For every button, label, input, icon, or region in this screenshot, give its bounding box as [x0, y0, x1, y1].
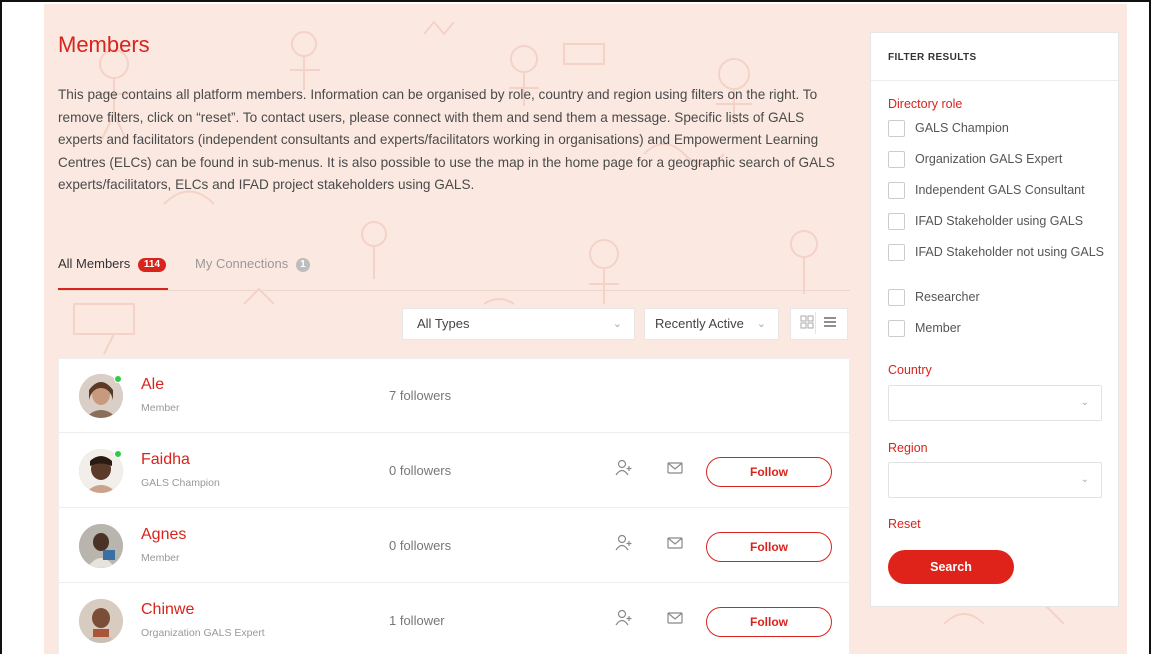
region-label: Region: [888, 441, 928, 455]
message-icon[interactable]: [665, 458, 687, 480]
page-intro: This page contains all platform members.…: [58, 87, 835, 192]
members-page: Members This page contains all platform …: [44, 4, 1127, 654]
chevron-down-icon: ⌄: [756, 318, 766, 330]
search-button[interactable]: Search: [888, 550, 1014, 584]
view-toggle-divider: [815, 312, 816, 334]
member-row: Ale Member 7 followers: [59, 359, 849, 433]
member-order-select[interactable]: Recently Active ⌄: [644, 308, 779, 340]
member-role: GALS Champion: [141, 477, 220, 489]
message-icon[interactable]: [665, 533, 687, 555]
member-name[interactable]: Faidha: [141, 451, 190, 469]
checkbox-label: Independent GALS Consultant: [915, 183, 1085, 197]
checkbox-label: IFAD Stakeholder not using GALS: [915, 245, 1104, 259]
avatar[interactable]: [79, 524, 123, 568]
member-name[interactable]: Chinwe: [141, 601, 194, 619]
member-role: Organization GALS Expert: [141, 627, 265, 639]
member-name[interactable]: Ale: [141, 376, 164, 394]
add-connection-icon[interactable]: [614, 533, 636, 555]
member-type-select[interactable]: All Types ⌄: [402, 308, 635, 340]
checkbox-label: Organization GALS Expert: [915, 152, 1063, 166]
tab-my-connections-label: My Connections: [195, 256, 289, 271]
browser-frame: Members This page contains all platform …: [0, 0, 1151, 654]
checkbox-label: Researcher: [915, 290, 980, 304]
follow-button[interactable]: Follow: [706, 607, 832, 637]
reset-link[interactable]: Reset: [888, 517, 921, 531]
tab-my-connections[interactable]: My Connections 1: [195, 256, 310, 272]
follow-button[interactable]: Follow: [706, 532, 832, 562]
chevron-down-icon: ⌄: [612, 318, 622, 330]
checkbox-label: Member: [915, 321, 961, 335]
add-connection-icon[interactable]: [614, 458, 636, 480]
filter-title: FILTER RESULTS: [888, 52, 977, 63]
members-list: Ale Member 7 followers Faidha GALS Champ…: [58, 358, 850, 654]
filter-divider: [871, 80, 1118, 81]
directory-role-label: Directory role: [888, 97, 963, 111]
tab-all-members[interactable]: All Members 114: [58, 256, 167, 272]
checkbox-label: IFAD Stakeholder using GALS: [915, 214, 1084, 228]
checkbox[interactable]: [888, 289, 905, 306]
member-followers: 1 follower: [389, 613, 445, 628]
member-role: Member: [141, 402, 180, 414]
filter-sidebar: FILTER RESULTS Directory role GALS Champ…: [870, 32, 1119, 607]
checkbox[interactable]: [888, 120, 905, 137]
checkbox[interactable]: [888, 320, 905, 337]
member-type-value: All Types: [417, 316, 470, 331]
member-order-value: Recently Active: [655, 316, 744, 331]
checkbox[interactable]: [888, 151, 905, 168]
grid-view-icon[interactable]: [800, 315, 814, 332]
member-row: Faidha GALS Champion 0 followers Follow: [59, 434, 849, 508]
checkbox[interactable]: [888, 213, 905, 230]
tabs-divider: [58, 290, 850, 291]
view-toggle: [790, 308, 848, 340]
country-label: Country: [888, 363, 932, 377]
chevron-down-icon: ⌄: [1080, 397, 1089, 408]
list-view-icon[interactable]: [823, 315, 837, 332]
add-connection-icon[interactable]: [614, 608, 636, 630]
avatar[interactable]: [79, 599, 123, 643]
member-name[interactable]: Agnes: [141, 526, 186, 544]
member-followers: 0 followers: [389, 538, 452, 553]
message-icon[interactable]: [665, 608, 687, 630]
checkbox[interactable]: [888, 244, 905, 261]
member-followers: 0 followers: [389, 463, 452, 478]
member-row: Agnes Member 0 followers Follow: [59, 509, 849, 583]
chevron-down-icon: ⌄: [1080, 474, 1089, 485]
follow-button[interactable]: Follow: [706, 457, 832, 487]
checkbox[interactable]: [888, 182, 905, 199]
checkbox-label: GALS Champion: [915, 121, 1009, 135]
page-title: Members: [58, 32, 150, 57]
member-followers: 7 followers: [389, 388, 452, 403]
connections-count-badge: 1: [295, 258, 310, 272]
online-status-dot: [114, 375, 122, 383]
all-members-count-badge: 114: [137, 258, 167, 272]
online-status-dot: [114, 450, 122, 458]
tab-all-members-label: All Members: [58, 256, 131, 271]
region-select[interactable]: ⌄: [888, 462, 1102, 498]
member-role: Member: [141, 552, 180, 564]
country-select[interactable]: ⌄: [888, 385, 1102, 421]
member-row: Chinwe Organization GALS Expert 1 follow…: [59, 584, 849, 654]
